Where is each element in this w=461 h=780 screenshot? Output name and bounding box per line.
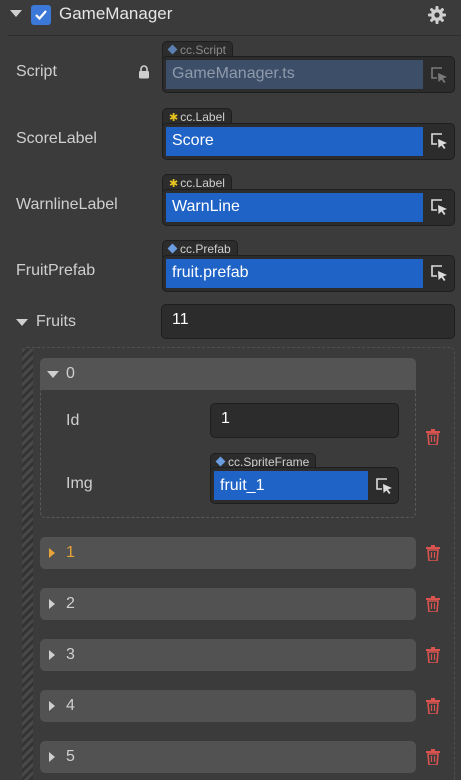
expand-arrow-icon — [49, 650, 55, 660]
fruits-count-input[interactable]: 11 — [161, 304, 455, 339]
node-picker-icon[interactable] — [429, 197, 449, 217]
trash-icon[interactable] — [426, 429, 440, 446]
divider — [8, 35, 461, 36]
script-label: Script — [16, 63, 57, 80]
array-item-index: 5 — [66, 748, 75, 765]
array-item-index: 0 — [66, 365, 75, 382]
array-item-index: 1 — [66, 544, 75, 561]
array-item-index: 4 — [66, 697, 75, 714]
array-item-index: 3 — [66, 646, 75, 663]
component-title: GameManager — [59, 4, 173, 23]
expand-arrow-icon — [49, 548, 55, 558]
trash-icon[interactable] — [426, 647, 440, 664]
array-item-index: 2 — [66, 595, 75, 612]
array-item-4-header[interactable]: 4 — [40, 690, 416, 722]
fruits-collapse-icon[interactable] — [16, 319, 28, 326]
id-label: Id — [66, 412, 80, 429]
checkmark-icon — [35, 10, 47, 21]
fruit-prefab-label: FruitPrefab — [16, 262, 96, 279]
score-label-label: ScoreLabel — [16, 130, 97, 147]
array-item-0-header[interactable]: 0 — [40, 358, 416, 390]
fruit-prefab-value: fruit.prefab — [172, 264, 249, 281]
score-label-value: Score — [172, 132, 214, 149]
img-label: Img — [66, 475, 93, 492]
expand-arrow-icon — [49, 599, 55, 609]
trash-icon[interactable] — [426, 749, 440, 766]
id-input[interactable]: 1 — [210, 403, 399, 438]
trash-icon[interactable] — [426, 698, 440, 715]
node-picker-icon[interactable] — [429, 131, 449, 151]
array-item-3-header[interactable]: 3 — [40, 639, 416, 671]
trash-icon[interactable] — [426, 596, 440, 613]
gear-icon[interactable] — [427, 5, 447, 30]
collapse-arrow-icon[interactable] — [10, 10, 22, 17]
trash-icon[interactable] — [426, 545, 440, 562]
asset-picker-icon[interactable] — [374, 476, 394, 496]
array-item-5-header[interactable]: 5 — [40, 741, 416, 773]
enabled-checkbox[interactable] — [31, 5, 51, 25]
asset-picker-icon — [429, 65, 449, 85]
array-item-1-header[interactable]: 1 — [40, 537, 416, 569]
asset-picker-icon[interactable] — [429, 263, 449, 283]
img-value: fruit_1 — [220, 477, 265, 494]
script-value: GameManager.ts — [172, 65, 295, 82]
expand-arrow-icon — [49, 701, 55, 711]
array-item-2-header[interactable]: 2 — [40, 588, 416, 620]
lock-icon — [138, 65, 150, 84]
collapse-arrow-icon — [47, 371, 59, 378]
array-drag-bar[interactable] — [22, 349, 33, 780]
expand-arrow-icon — [49, 752, 55, 762]
warnline-label-value: WarnLine — [172, 198, 240, 215]
warnline-label-label: WarnlineLabel — [16, 196, 118, 213]
fruits-label: Fruits — [36, 313, 76, 330]
